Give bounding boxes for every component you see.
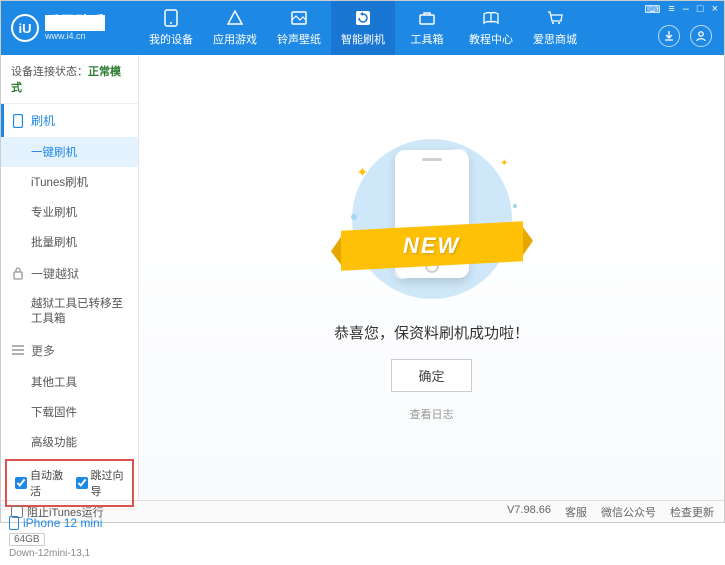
options-highlight-box: 自动激活 跳过向导	[5, 459, 134, 507]
top-nav: 我的设备 应用游戏 铃声壁纸 智能刷机 工具箱 教程中心 爱思商城	[139, 1, 587, 55]
toolbox-icon	[418, 9, 436, 27]
nav-tutorial[interactable]: 教程中心	[459, 1, 523, 55]
app-header: iU 爱思助手 www.i4.cn 我的设备 应用游戏 铃声壁纸 智能刷机 工具…	[1, 1, 724, 55]
success-illustration: ✦ ✦ NEW	[347, 134, 517, 304]
nav-label: 工具箱	[411, 31, 444, 47]
logo-text: 爱思助手 www.i4.cn	[45, 15, 105, 42]
block-itunes-checkbox[interactable]: 阻止iTunes运行	[11, 504, 104, 520]
nav-apps-games[interactable]: 应用游戏	[203, 1, 267, 55]
nav-label: 我的设备	[149, 31, 193, 47]
settings-icon[interactable]: ≡	[668, 3, 674, 15]
check-update-link[interactable]: 检查更新	[670, 504, 714, 520]
keyboard-icon[interactable]: ⌨	[644, 3, 660, 16]
section-title: 一键越狱	[31, 265, 79, 282]
nav-label: 爱思商城	[533, 31, 577, 47]
window-controls: ⌨ ≡ – □ ×	[638, 1, 724, 17]
section-jailbreak[interactable]: 一键越狱	[1, 257, 138, 290]
user-button[interactable]	[690, 25, 712, 47]
maximize-button[interactable]: □	[697, 3, 704, 15]
section-title: 更多	[31, 342, 55, 359]
lock-icon	[11, 267, 25, 281]
logo-area: iU 爱思助手 www.i4.cn	[11, 14, 139, 42]
app-url: www.i4.cn	[45, 31, 105, 41]
sidebar-item-jailbreak-note[interactable]: 越狱工具已转移至 工具箱	[1, 290, 138, 334]
main-content: ✦ ✦ NEW 恭喜您，保资料刷机成功啦！ 确定 查看日志	[139, 55, 724, 500]
checkbox-skip-guide-input[interactable]	[76, 477, 88, 489]
checkbox-auto-activate-input[interactable]	[15, 477, 27, 489]
app-name: 爱思助手	[45, 15, 105, 32]
checkbox-label: 自动激活	[30, 467, 64, 499]
status-label: 设备连接状态：	[11, 66, 88, 78]
header-right-buttons	[658, 25, 712, 47]
minimize-button[interactable]: –	[683, 3, 689, 15]
checkbox-label: 跳过向导	[91, 467, 125, 499]
connection-status: 设备连接状态：正常模式	[1, 55, 138, 104]
phone-icon	[11, 114, 25, 128]
success-message: 恭喜您，保资料刷机成功啦！	[334, 322, 529, 343]
nav-my-device[interactable]: 我的设备	[139, 1, 203, 55]
section-title: 刷机	[31, 112, 55, 129]
sidebar: 设备连接状态：正常模式 刷机 一键刷机 iTunes刷机 专业刷机 批量刷机 一…	[1, 55, 139, 500]
checkbox-auto-activate[interactable]: 自动激活	[15, 467, 64, 499]
nav-ringtone-wallpaper[interactable]: 铃声壁纸	[267, 1, 331, 55]
body-area: 设备连接状态：正常模式 刷机 一键刷机 iTunes刷机 专业刷机 批量刷机 一…	[1, 55, 724, 500]
sidebar-item-advanced[interactable]: 高级功能	[1, 427, 138, 457]
list-icon	[11, 343, 25, 357]
apps-icon	[226, 9, 244, 27]
nav-label: 应用游戏	[213, 31, 257, 47]
sidebar-item-batch-flash[interactable]: 批量刷机	[1, 227, 138, 257]
ok-button[interactable]: 确定	[391, 359, 471, 392]
section-flash[interactable]: 刷机	[1, 104, 138, 137]
nav-toolbox[interactable]: 工具箱	[395, 1, 459, 55]
customer-service-link[interactable]: 客服	[565, 504, 587, 520]
sidebar-item-other-tools[interactable]: 其他工具	[1, 367, 138, 397]
download-button[interactable]	[658, 25, 680, 47]
version-label: V7.98.66	[507, 504, 551, 520]
checkbox-skip-guide[interactable]: 跳过向导	[76, 467, 125, 499]
banner-text: NEW	[403, 233, 460, 259]
logo-icon: iU	[11, 14, 39, 42]
sidebar-item-itunes-flash[interactable]: iTunes刷机	[1, 167, 138, 197]
sidebar-item-oneclick-flash[interactable]: 一键刷机	[1, 137, 138, 167]
device-storage: 64GB	[9, 533, 45, 546]
section-more[interactable]: 更多	[1, 334, 138, 367]
nav-label: 教程中心	[469, 31, 513, 47]
nav-label: 智能刷机	[341, 31, 385, 47]
refresh-icon	[354, 9, 372, 27]
sidebar-item-pro-flash[interactable]: 专业刷机	[1, 197, 138, 227]
nav-label: 铃声壁纸	[277, 31, 321, 47]
device-model: Down-12mini-13,1	[9, 548, 130, 559]
cart-icon	[546, 9, 564, 27]
footer-right: V7.98.66 客服 微信公众号 检查更新	[507, 504, 714, 520]
book-icon	[482, 9, 500, 27]
wechat-link[interactable]: 微信公众号	[601, 504, 656, 520]
nav-smart-flash[interactable]: 智能刷机	[331, 1, 395, 55]
nav-store[interactable]: 爱思商城	[523, 1, 587, 55]
sidebar-item-download-firmware[interactable]: 下载固件	[1, 397, 138, 427]
close-button[interactable]: ×	[712, 3, 718, 15]
phone-icon	[162, 9, 180, 27]
view-log-link[interactable]: 查看日志	[410, 406, 454, 422]
block-itunes-label: 阻止iTunes运行	[27, 504, 104, 520]
wallpaper-icon	[290, 9, 308, 27]
